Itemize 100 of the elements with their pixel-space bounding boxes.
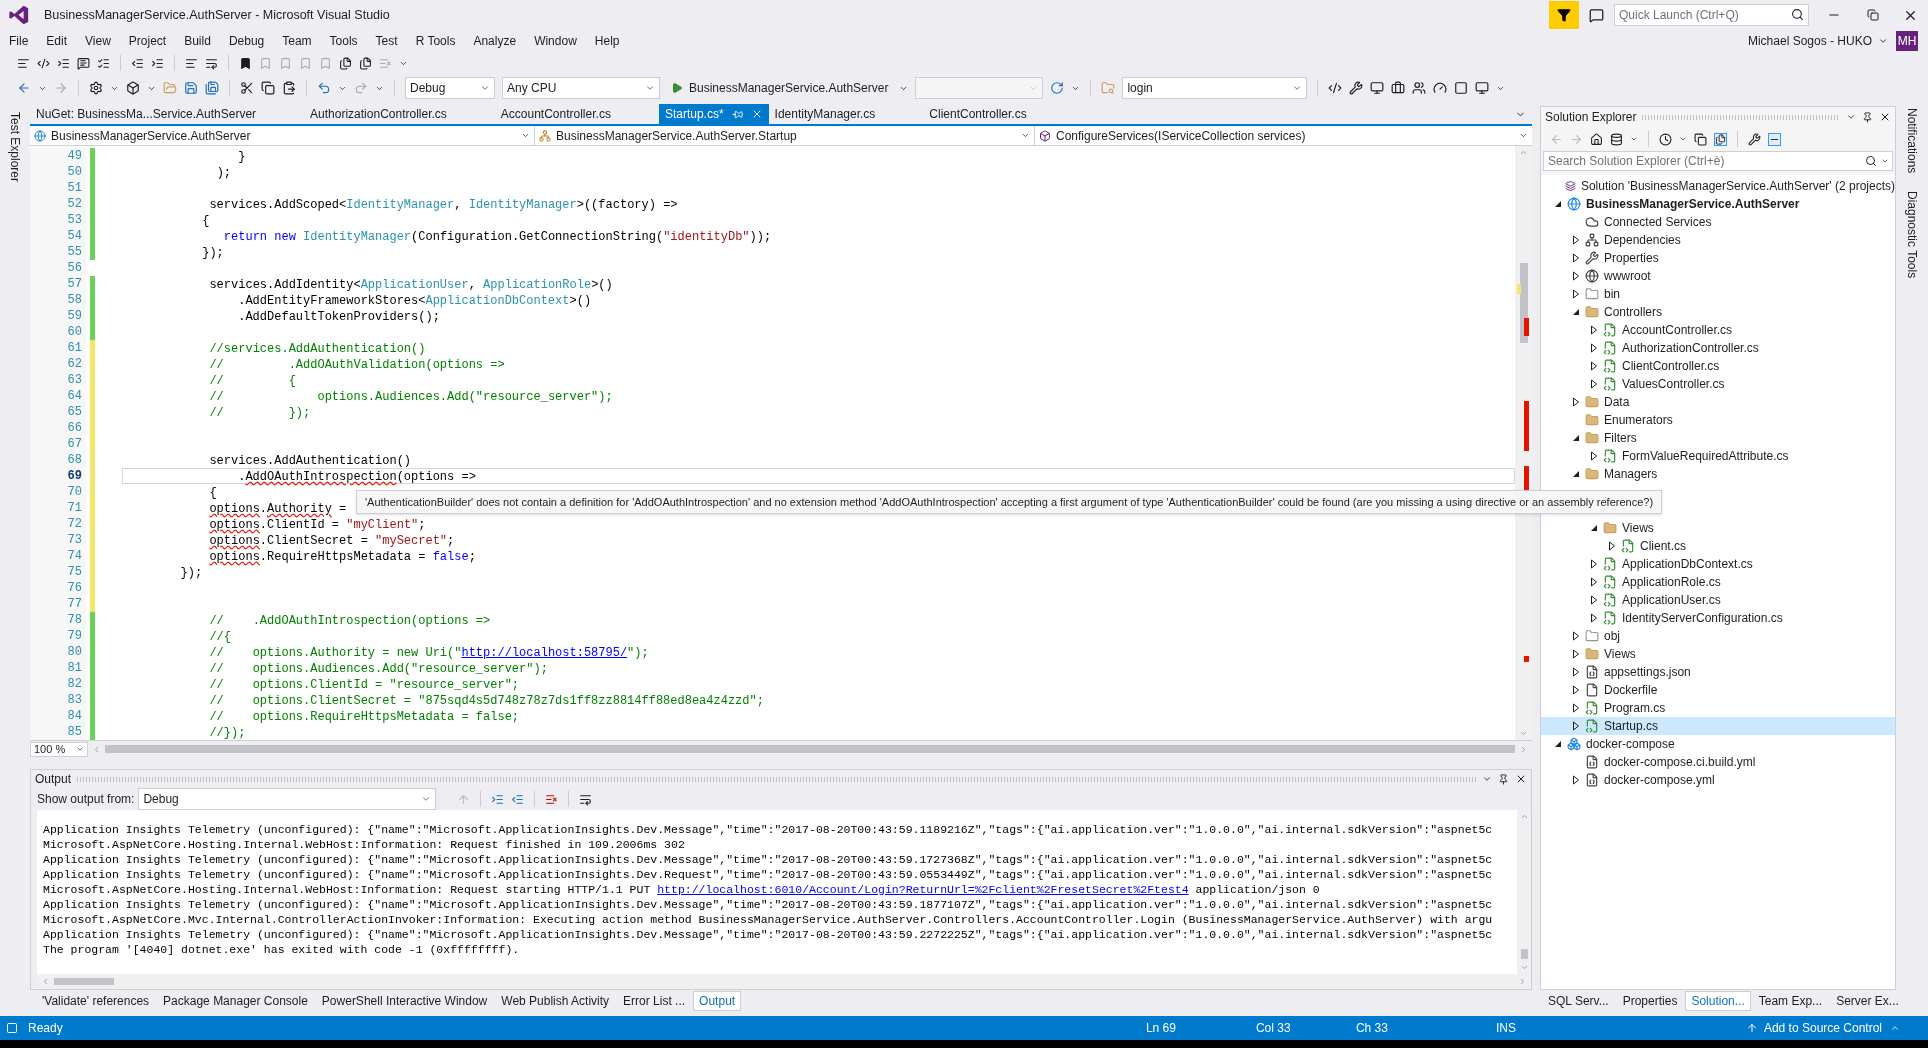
toolbar-icon[interactable] <box>89 81 103 95</box>
gauge-icon[interactable] <box>1433 81 1448 95</box>
undo-icon[interactable] <box>317 81 331 95</box>
pin-icon[interactable] <box>1862 111 1873 123</box>
paste-icon[interactable] <box>282 81 296 95</box>
panel-tab[interactable]: SQL Serv... <box>1542 991 1615 1011</box>
menu-item[interactable]: Team <box>273 32 321 50</box>
tree-item[interactable]: Properties <box>1541 249 1895 267</box>
cut-icon[interactable] <box>240 81 254 95</box>
tree-item[interactable]: docker-compose.ci.build.yml <box>1541 753 1895 771</box>
scroll-thumb[interactable] <box>1520 949 1528 959</box>
collapse-all-icon[interactable] <box>1694 132 1707 146</box>
scroll-thumb[interactable] <box>105 745 1515 753</box>
menu-item[interactable]: Project <box>119 32 176 50</box>
menu-item[interactable]: Debug <box>219 32 274 50</box>
collapsed-arrow-icon[interactable] <box>1571 685 1580 695</box>
collapsed-arrow-icon[interactable] <box>1571 667 1580 677</box>
source-control-button[interactable]: Add to Source Control <box>1763 1019 1882 1037</box>
panel-tab[interactable]: Package Manager Console <box>157 991 314 1011</box>
expanded-arrow-icon[interactable] <box>1571 470 1580 478</box>
link[interactable]: http://localhost:6010/Account/Login?ReturnUrl=%2Fclient%2FresetSecret%2Ftest4 <box>657 883 1189 896</box>
member-dropdown[interactable]: ConfigureServices(IServiceCollection services) <box>1035 126 1532 145</box>
collapsed-arrow-icon[interactable] <box>1571 631 1580 641</box>
menu-item[interactable]: R Tools <box>406 32 465 50</box>
tree-item[interactable]: Controllers <box>1541 303 1895 321</box>
bookmark-icon[interactable] <box>239 56 252 70</box>
expanded-arrow-icon[interactable] <box>1553 200 1562 208</box>
tree-item[interactable]: AccountController.cs <box>1541 321 1895 339</box>
caret-icon[interactable] <box>1890 1023 1900 1033</box>
team-icon[interactable] <box>1412 81 1427 95</box>
close-icon[interactable] <box>1879 111 1891 123</box>
tree-item[interactable]: Enumerators <box>1541 411 1895 429</box>
tree-item[interactable]: ClientController.cs <box>1541 357 1895 375</box>
menu-item[interactable]: Window <box>525 32 586 50</box>
menu-item[interactable]: Test <box>366 32 407 50</box>
type-dropdown[interactable]: BusinessManagerService.AuthServer.Startup <box>535 126 1035 145</box>
collapsed-arrow-icon[interactable] <box>1571 289 1580 299</box>
menu-item[interactable]: File <box>0 32 38 50</box>
tree-item[interactable]: AuthorizationController.cs <box>1541 339 1895 357</box>
toolbar-icon[interactable] <box>339 56 352 70</box>
collapsed-arrow-icon[interactable] <box>1607 541 1616 551</box>
document-tab[interactable]: AuthorizationController.cs <box>304 104 495 124</box>
zoom-dropdown[interactable]: 100 % <box>30 741 88 757</box>
collapsed-arrow-icon[interactable] <box>1589 451 1598 461</box>
menu-item[interactable]: Tools <box>320 32 367 50</box>
toolbar-icon[interactable] <box>1370 81 1385 95</box>
tree-item[interactable]: wwwroot <box>1541 267 1895 285</box>
search-icon[interactable] <box>1791 8 1804 21</box>
output-source-dropdown[interactable]: Debug <box>138 788 437 810</box>
tree-item[interactable]: Dockerfile <box>1541 681 1895 699</box>
caret-icon[interactable] <box>1630 135 1638 143</box>
caret-icon[interactable] <box>1881 157 1889 165</box>
menu-item[interactable]: Analyze <box>464 32 526 50</box>
refresh-icon[interactable] <box>1050 81 1065 95</box>
collapsed-arrow-icon[interactable] <box>1571 253 1580 263</box>
caret-icon[interactable] <box>1482 774 1492 784</box>
link[interactable]: http://localhost:58795/ <box>461 646 628 660</box>
preview-icon[interactable] <box>1768 132 1781 146</box>
uncomment-icon[interactable] <box>205 56 218 70</box>
tree-item[interactable]: ApplicationDbContext.cs <box>1541 555 1895 573</box>
caret-icon[interactable] <box>1846 112 1856 122</box>
tree-item[interactable]: docker-compose.yml <box>1541 771 1895 789</box>
tree-item[interactable]: Startup.cs <box>1541 717 1895 735</box>
show-all-files-icon[interactable] <box>1714 132 1727 146</box>
tree-item[interactable]: obj <box>1541 627 1895 645</box>
panel-tab[interactable]: PowerShell Interactive Window <box>315 991 494 1011</box>
user-name[interactable]: Michael Sogos - HUKO <box>1747 32 1872 50</box>
panel-tab[interactable]: Properties <box>1616 991 1684 1011</box>
tree-item[interactable]: Views <box>1541 519 1895 537</box>
document-tab[interactable]: Startup.cs* <box>658 104 769 124</box>
search-icon[interactable] <box>1865 155 1877 167</box>
expanded-arrow-icon[interactable] <box>1553 740 1562 748</box>
toolbar-icon[interactable] <box>359 56 372 70</box>
collapsed-arrow-icon[interactable] <box>1589 595 1598 605</box>
tree-item[interactable]: ApplicationRole.cs <box>1541 573 1895 591</box>
new-item-icon[interactable] <box>126 81 140 95</box>
panel-tab[interactable]: Server Ex... <box>1830 991 1905 1011</box>
wrench-icon[interactable] <box>1748 132 1761 146</box>
side-tab[interactable]: Diagnostic Tools <box>1903 191 1921 279</box>
clear-all-icon[interactable] <box>545 792 559 806</box>
toolbar-icon[interactable] <box>17 56 30 70</box>
document-tab[interactable]: NuGet: BusinessMa...Service.AuthServer <box>30 104 305 124</box>
tree-item[interactable]: Views <box>1541 645 1895 663</box>
collapsed-arrow-icon[interactable] <box>1589 361 1598 371</box>
tree-item[interactable]: Program.cs <box>1541 699 1895 717</box>
collapsed-arrow-icon[interactable] <box>1589 325 1598 335</box>
menu-item[interactable]: Build <box>175 32 220 50</box>
panel-tab[interactable]: Error List ... <box>617 991 692 1011</box>
collapsed-arrow-icon[interactable] <box>1589 559 1598 569</box>
caret-icon[interactable] <box>1679 135 1687 143</box>
scroll-thumb[interactable] <box>54 978 114 985</box>
side-tab[interactable]: Test Explorer <box>6 112 24 183</box>
panel-tab[interactable]: Output <box>693 991 742 1011</box>
toolbar-icon[interactable] <box>37 56 50 70</box>
panel-tab[interactable]: Team Exp... <box>1752 991 1829 1011</box>
vertical-scrollbar[interactable] <box>1515 146 1532 740</box>
configuration-dropdown[interactable]: Debug <box>405 77 495 99</box>
tree-item[interactable]: ApplicationUser.cs <box>1541 591 1895 609</box>
side-tab[interactable]: Notifications <box>1903 108 1921 174</box>
close-icon[interactable] <box>1515 773 1527 785</box>
